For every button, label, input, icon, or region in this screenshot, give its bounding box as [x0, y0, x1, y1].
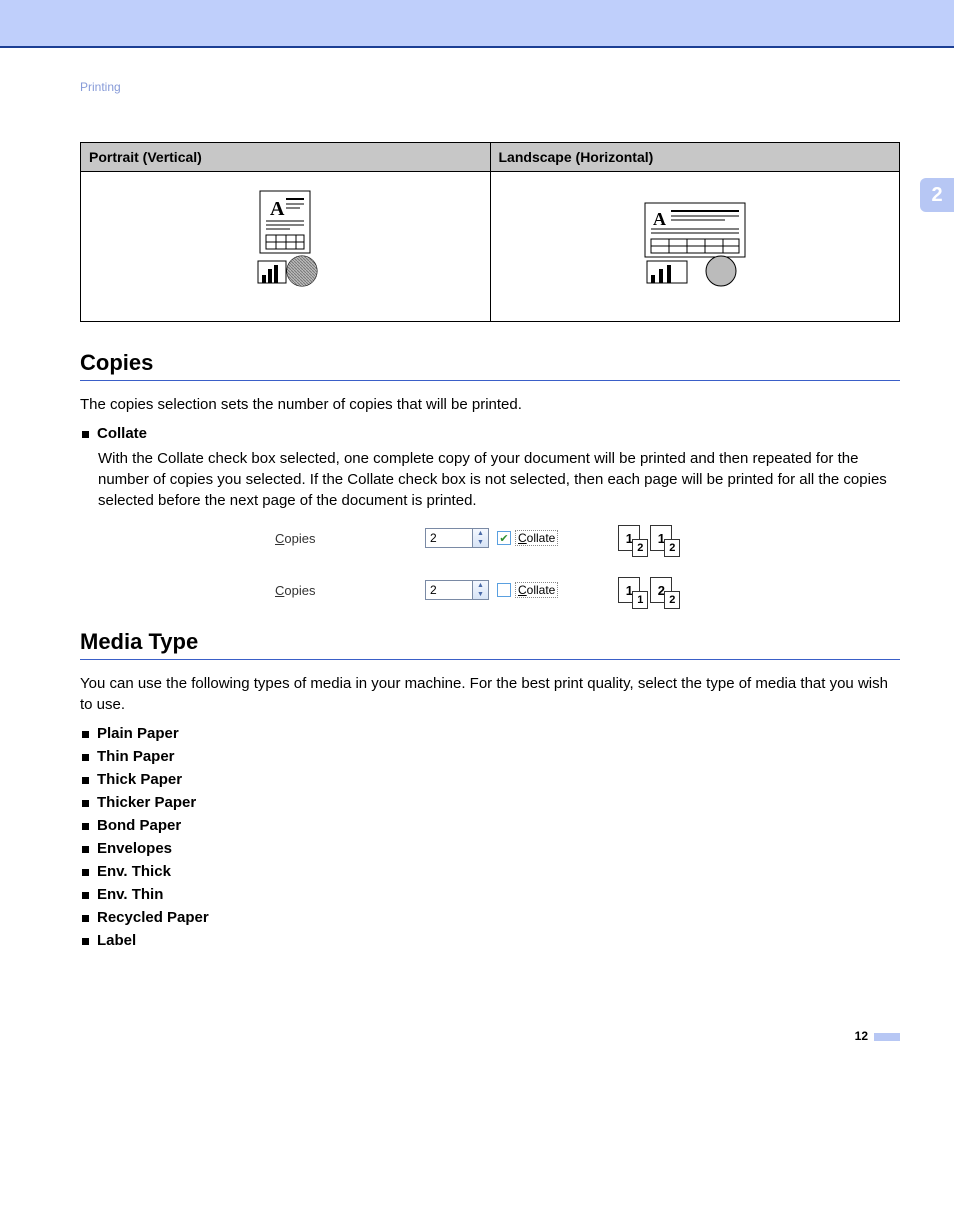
media-item-label: Bond Paper	[97, 817, 181, 834]
svg-text:A: A	[270, 198, 285, 220]
portrait-illustration-icon: A	[240, 189, 330, 299]
copies-row-uncollated: Copies 2 ▲▼ Collate 11 22	[275, 577, 735, 603]
orientation-cell-portrait: A	[81, 172, 491, 322]
bullet-square-icon	[82, 431, 89, 438]
footer-bar-icon	[874, 1033, 900, 1041]
landscape-illustration-icon: A	[635, 199, 755, 289]
bullet-square-icon	[82, 800, 89, 807]
copies-demo: Copies 2 ▲▼ Collate 12 12 Copies 2 ▲▼ Co…	[275, 525, 735, 603]
list-item: Thin Paper	[80, 748, 930, 765]
spinner-arrows-icon[interactable]: ▲▼	[473, 580, 489, 600]
copies-spinner[interactable]: 2 ▲▼	[425, 580, 489, 600]
top-bar	[0, 0, 954, 48]
page-footer: 12	[80, 1029, 900, 1043]
list-item: Thick Paper	[80, 771, 930, 788]
bullet-square-icon	[82, 777, 89, 784]
copies-row-collated: Copies 2 ▲▼ Collate 12 12	[275, 525, 735, 551]
copies-field-label: Copies	[275, 583, 425, 598]
bullet-square-icon	[82, 915, 89, 922]
collate-checkbox-checked[interactable]	[497, 531, 511, 545]
collate-checkbox-label[interactable]: Collate	[515, 582, 558, 598]
chapter-tab: 2	[920, 178, 954, 212]
media-type-list: Plain Paper Thin Paper Thick Paper Thick…	[80, 725, 930, 949]
page-icon: 22	[650, 577, 672, 603]
collate-label: Collate	[97, 425, 147, 442]
spinner-arrows-icon[interactable]: ▲▼	[473, 528, 489, 548]
media-item-label: Label	[97, 932, 136, 949]
bullet-square-icon	[82, 754, 89, 761]
page-icon: 11	[618, 577, 640, 603]
copies-value[interactable]: 2	[425, 528, 473, 548]
copies-value[interactable]: 2	[425, 580, 473, 600]
bullet-square-icon	[82, 938, 89, 945]
media-item-label: Envelopes	[97, 840, 172, 857]
list-item: Recycled Paper	[80, 909, 930, 926]
bullet-square-icon	[82, 823, 89, 830]
collate-checkbox-unchecked[interactable]	[497, 583, 511, 597]
copies-heading: Copies	[80, 350, 900, 381]
list-item: Env. Thick	[80, 863, 930, 880]
media-item-label: Thick Paper	[97, 771, 182, 788]
bullet-square-icon	[82, 892, 89, 899]
list-item: Plain Paper	[80, 725, 930, 742]
media-item-label: Plain Paper	[97, 725, 179, 742]
collate-preview-uncollated: 11 22	[618, 577, 672, 603]
media-type-intro: You can use the following types of media…	[80, 674, 900, 715]
list-item: Thicker Paper	[80, 794, 930, 811]
media-item-label: Env. Thick	[97, 863, 171, 880]
copies-intro: The copies selection sets the number of …	[80, 395, 900, 415]
collate-preview-collated: 12 12	[618, 525, 672, 551]
collate-checkbox-label[interactable]: Collate	[515, 530, 558, 546]
orientation-cell-landscape: A	[490, 172, 900, 322]
orientation-header-portrait: Portrait (Vertical)	[81, 143, 491, 172]
copies-field-label: Copies	[275, 531, 425, 546]
media-item-label: Thin Paper	[97, 748, 175, 765]
copies-spinner[interactable]: 2 ▲▼	[425, 528, 489, 548]
orientation-table: Portrait (Vertical) Landscape (Horizonta…	[80, 142, 900, 322]
page-icon: 12	[650, 525, 672, 551]
page-content: Printing 2 Portrait (Vertical) Landscape…	[0, 48, 954, 1043]
media-item-label: Recycled Paper	[97, 909, 209, 926]
media-item-label: Env. Thin	[97, 886, 163, 903]
bullet-square-icon	[82, 869, 89, 876]
media-item-label: Thicker Paper	[97, 794, 196, 811]
svg-text:A: A	[653, 209, 666, 229]
orientation-header-landscape: Landscape (Horizontal)	[490, 143, 900, 172]
page-number: 12	[855, 1029, 868, 1043]
collate-bullet: Collate	[80, 425, 930, 442]
media-type-heading: Media Type	[80, 629, 900, 660]
list-item: Env. Thin	[80, 886, 930, 903]
list-item: Envelopes	[80, 840, 930, 857]
page-icon: 12	[618, 525, 640, 551]
breadcrumb: Printing	[80, 80, 930, 94]
bullet-square-icon	[82, 846, 89, 853]
bullet-square-icon	[82, 731, 89, 738]
list-item: Label	[80, 932, 930, 949]
collate-description: With the Collate check box selected, one…	[98, 448, 898, 511]
list-item: Bond Paper	[80, 817, 930, 834]
